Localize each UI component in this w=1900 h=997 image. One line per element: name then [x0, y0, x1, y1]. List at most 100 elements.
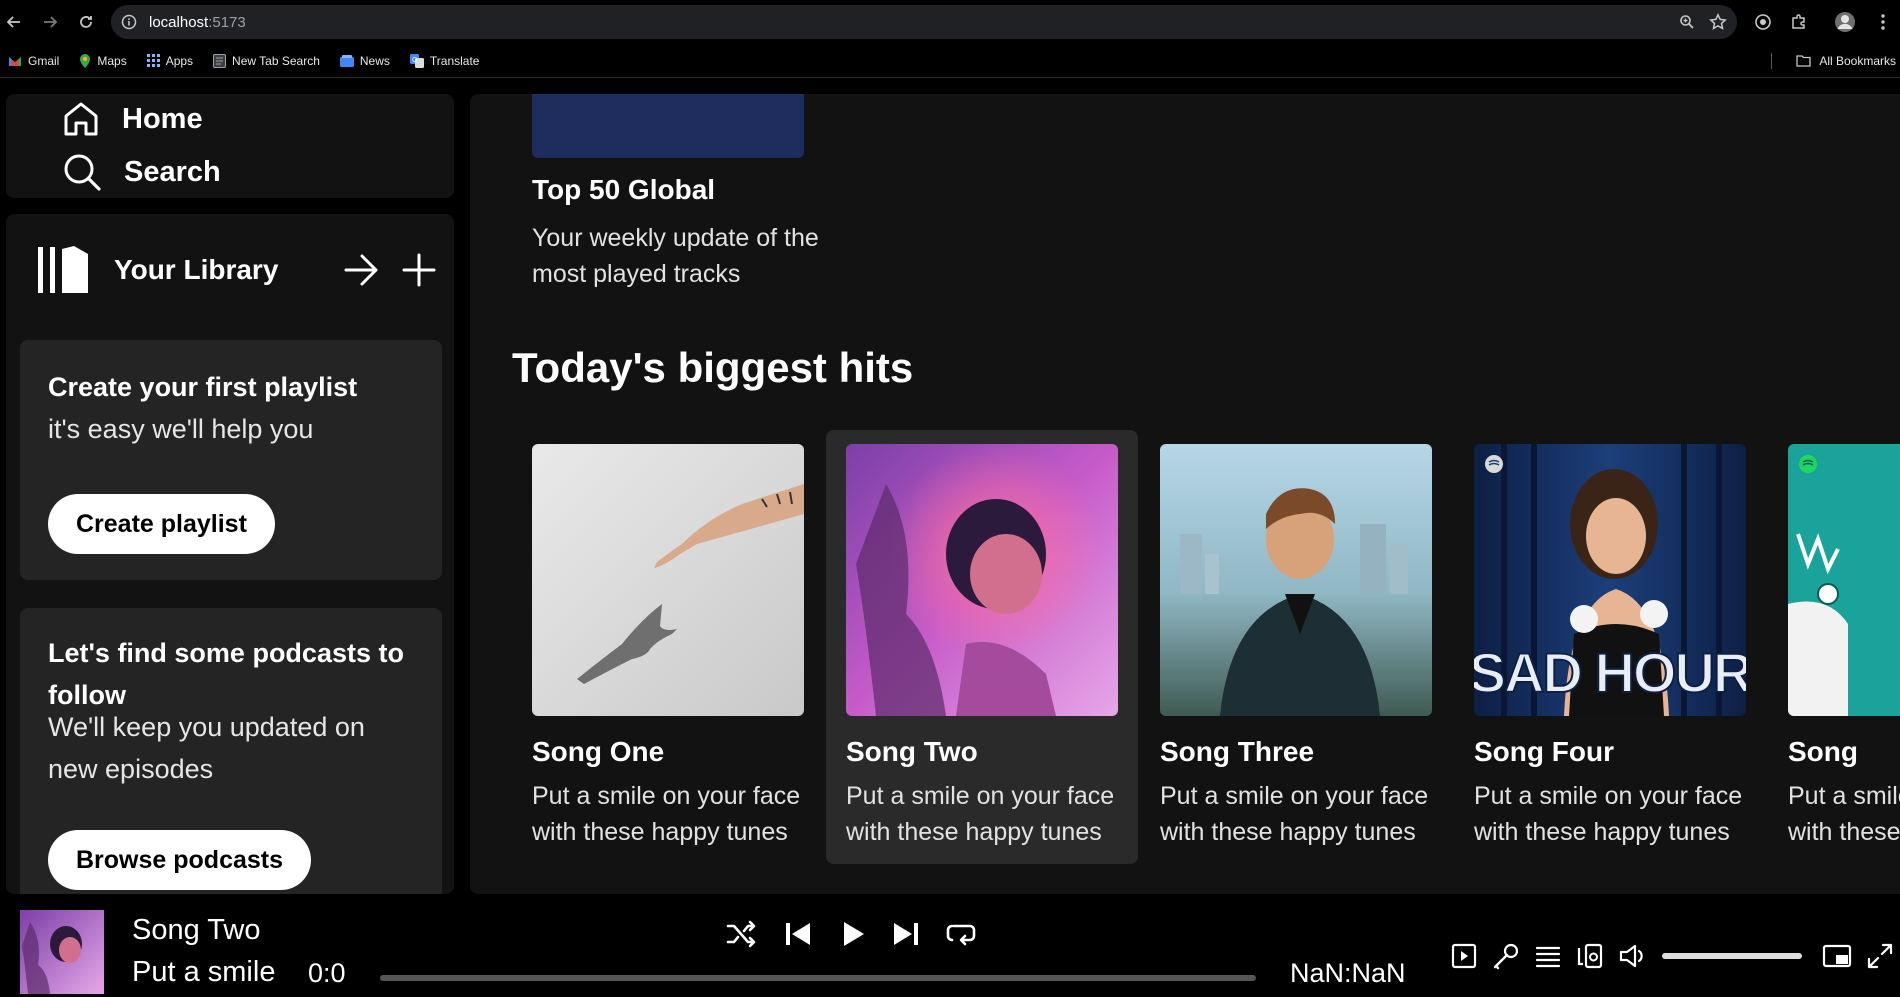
search-icon	[64, 154, 101, 191]
shuffle-icon[interactable]	[726, 920, 758, 948]
address-bar[interactable]: localhost:5173	[111, 5, 1737, 39]
bookmarks-divider	[1771, 53, 1772, 69]
previous-icon[interactable]	[784, 920, 812, 948]
podcasts-title: Let's find some podcasts to follow	[48, 638, 404, 710]
song-three-cover	[1160, 444, 1432, 716]
current-time: 0:0	[308, 958, 346, 988]
bookmark-apps[interactable]: Apps	[146, 54, 193, 68]
top-50-cover[interactable]	[532, 94, 804, 158]
create-playlist-button[interactable]: Create playlist	[48, 494, 275, 554]
extensions-puzzle-icon[interactable]	[1790, 5, 1808, 39]
maps-pin-icon	[80, 53, 91, 68]
volume-icon[interactable]	[1618, 942, 1648, 970]
section-title: Today's biggest hits	[512, 344, 914, 391]
top-50-description: Your weekly update of the most played tr…	[532, 224, 819, 288]
side-nav: Home Search	[6, 94, 454, 198]
song-five-cover	[1788, 444, 1900, 716]
reload-button[interactable]	[68, 4, 104, 40]
song-two-cover	[846, 444, 1118, 716]
add-plus-icon[interactable]	[402, 253, 436, 287]
create-playlist-subtitle: it's easy we'll help you	[48, 414, 314, 444]
song-card[interactable]: SAD HOUR Song Four Put a smile on your f…	[1454, 430, 1766, 864]
progress-bar[interactable]	[380, 975, 1256, 981]
song-description: Put a smile on your face with these happ…	[532, 782, 801, 846]
queue-icon[interactable]	[1534, 942, 1562, 970]
next-icon[interactable]	[892, 920, 920, 948]
main-content: Top 50 Global Your weekly update of the …	[470, 94, 1900, 894]
expand-arrow-icon[interactable]	[344, 253, 380, 287]
bookmark-star-icon[interactable]	[1709, 13, 1727, 31]
folder-icon	[1796, 55, 1811, 67]
total-time: NaN:NaN	[1290, 958, 1406, 988]
nav-home-label: Home	[122, 102, 203, 135]
song-card[interactable]: Song Put a smile on your face with these…	[1768, 430, 1900, 864]
volume-fill	[1662, 953, 1802, 959]
nav-search-label: Search	[124, 155, 221, 188]
song-description: Put a smile on your face with these happ…	[1788, 782, 1900, 846]
song-card[interactable]: Song Three Put a smile on your face with…	[1140, 430, 1452, 864]
all-bookmarks[interactable]: All Bookmarks	[1796, 44, 1896, 78]
song-description: Put a smile on your face with these happ…	[1160, 782, 1429, 846]
song-title: Song Two	[846, 736, 978, 767]
now-playing-artist: Put a smile	[132, 956, 276, 988]
connect-device-icon[interactable]	[1576, 942, 1604, 970]
lyrics-mic-icon[interactable]	[1492, 942, 1520, 970]
song-description: Put a smile on your face with these happ…	[846, 782, 1115, 846]
fullscreen-icon[interactable]	[1866, 942, 1894, 970]
now-playing-title: Song Two	[132, 914, 261, 946]
extra-controls	[1450, 936, 1894, 976]
extension-icon[interactable]	[1754, 5, 1772, 39]
home-icon	[64, 102, 98, 136]
podcasts-box: Let's find some podcasts to follow We'll…	[20, 608, 442, 894]
player-bar: Song Two Put a smile 0:0 NaN:NaN	[0, 898, 1900, 997]
now-playing-view-icon[interactable]	[1450, 942, 1478, 970]
top-50-title[interactable]: Top 50 Global	[532, 174, 715, 206]
apps-grid-icon	[146, 54, 160, 67]
browse-podcasts-button[interactable]: Browse podcasts	[48, 830, 312, 890]
repeat-icon[interactable]	[946, 920, 976, 948]
volume-slider[interactable]	[1662, 953, 1802, 959]
bookmark-gmail[interactable]: Gmail	[8, 54, 59, 68]
library-icon[interactable]	[36, 245, 90, 295]
nav-home[interactable]: Home	[62, 100, 203, 138]
forward-button[interactable]	[32, 4, 68, 40]
podcasts-subtitle: We'll keep you updated on new episodes	[48, 712, 365, 784]
back-arrow-icon	[6, 16, 20, 28]
site-info-icon[interactable]	[121, 14, 137, 30]
song-card-active[interactable]: Song Two Put a smile on your face with t…	[826, 430, 1138, 864]
song-title: Song	[1788, 736, 1858, 767]
gmail-icon	[9, 56, 21, 66]
nav-search[interactable]: Search	[62, 152, 221, 192]
bookmark-news[interactable]: News	[339, 54, 390, 68]
create-playlist-box: Create your first playlist it's easy we'…	[20, 340, 442, 580]
forward-arrow-icon	[44, 16, 58, 28]
song-title: Song One	[532, 736, 665, 767]
song-title: Song Four	[1474, 736, 1614, 767]
mini-player-icon[interactable]	[1822, 942, 1852, 970]
translate-icon: G	[409, 53, 424, 68]
library-header: Your Library	[36, 242, 436, 298]
reload-icon	[80, 16, 92, 28]
url-text: localhost:5173	[149, 13, 246, 31]
bookmark-translate[interactable]: G Translate	[409, 53, 479, 68]
bookmark-new-tab-search[interactable]: New Tab Search	[213, 53, 320, 68]
library-title: Your Library	[114, 254, 279, 285]
bookmark-maps[interactable]: Maps	[79, 53, 127, 68]
now-playing-cover[interactable]	[20, 910, 104, 994]
create-playlist-title: Create your first playlist	[48, 372, 358, 402]
app-root: Home Search Your Library Create your fir…	[0, 78, 1900, 997]
profile-avatar[interactable]	[1834, 5, 1856, 39]
back-button[interactable]	[0, 4, 32, 40]
play-icon[interactable]	[838, 919, 866, 949]
sad-hour-logo: SAD HOUR	[1474, 641, 1746, 704]
browser-menu-icon[interactable]	[1880, 5, 1886, 39]
song-four-cover: SAD HOUR	[1474, 444, 1746, 716]
page-icon	[213, 53, 227, 68]
playback-controls	[726, 912, 976, 956]
zoom-icon[interactable]	[1679, 14, 1695, 30]
bookmarks-bar: Gmail Maps Apps New Tab Search News G Tr…	[0, 44, 1900, 78]
library-panel: Your Library Create your first playlist …	[6, 214, 454, 894]
svg-text:G: G	[412, 57, 417, 64]
song-title: Song Three	[1160, 736, 1315, 767]
song-card[interactable]: Song One Put a smile on your face with t…	[512, 430, 824, 864]
